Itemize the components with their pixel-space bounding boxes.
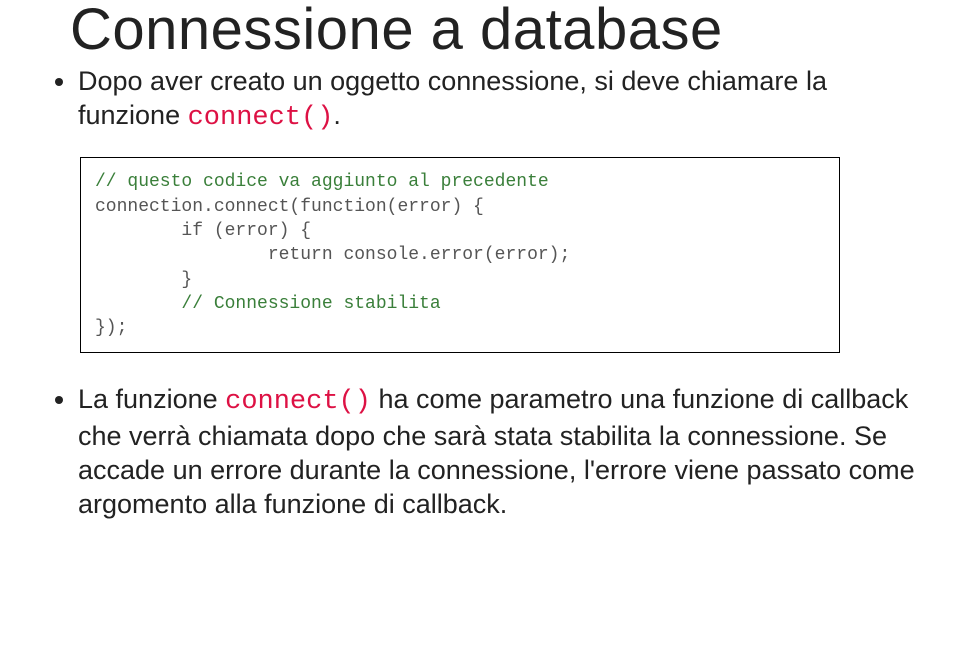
- code-line-2: connection.connect(function(error) {: [95, 197, 484, 217]
- code-line-6: // Connessione stabilita: [95, 294, 441, 314]
- outro-before: La funzione: [78, 384, 225, 414]
- code-block-container: // questo codice va aggiunto al preceden…: [80, 157, 840, 353]
- slide-page: Connessione a database Dopo aver creato …: [0, 0, 960, 521]
- intro-code: connect(): [188, 103, 334, 133]
- outro-code: connect(): [225, 387, 371, 417]
- code-line-5: }: [95, 270, 192, 290]
- intro-text-after: .: [333, 100, 341, 130]
- code-line-3: if (error) {: [95, 221, 311, 241]
- page-title: Connessione a database: [70, 0, 920, 61]
- code-line-1: // questo codice va aggiunto al preceden…: [95, 172, 549, 192]
- code-line-7: });: [95, 318, 127, 338]
- code-line-4: return console.error(error);: [95, 245, 570, 265]
- intro-item: Dopo aver creato un oggetto connessione,…: [78, 65, 920, 136]
- outro-item: La funzione connect() ha come parametro …: [78, 383, 920, 521]
- code-block: // questo codice va aggiunto al preceden…: [95, 170, 825, 340]
- intro-list: Dopo aver creato un oggetto connessione,…: [40, 65, 920, 136]
- outro-list: La funzione connect() ha come parametro …: [40, 383, 920, 521]
